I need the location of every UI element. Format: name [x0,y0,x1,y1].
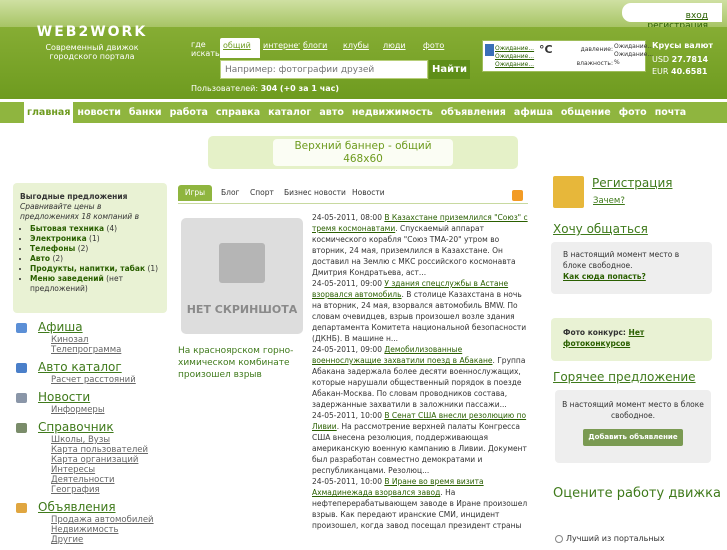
weather-flag-icon [485,44,494,56]
nav-home[interactable]: главная [24,102,74,123]
offers-block: Выгодные предложения Сравнивайте цены в … [13,183,167,313]
eur-rate: 40.6581 [671,67,708,76]
clapperboard-icon [219,243,265,283]
free-slot-box: В настоящий момент место в блоке свободн… [551,242,712,294]
weather-temp: °C [539,43,553,56]
search-tab-internet[interactable]: интернет [260,38,300,58]
search-tab-photo[interactable]: фото [420,38,460,58]
how-to-get-here-link[interactable]: Как сюда попасть? [563,271,700,282]
nav-jobs[interactable]: работа [166,102,212,123]
car-icon [16,363,27,373]
top-strip: вход регистрация [0,0,727,31]
offers-intro: Сравнивайте цены в предложениях 18 компа… [20,202,139,221]
news-item: 24-05-2011, 08:00 В Казахстане приземлил… [312,213,528,277]
registration-link[interactable]: Регистрация [592,176,672,190]
add-ad-button[interactable]: Добавить объявление [583,429,683,446]
users-count: 304 [260,84,278,93]
logo-subtitle-2: городского портала [49,52,135,61]
banner-inner: Верхний баннер - общий 468x60 [273,139,453,166]
book-icon [16,423,27,433]
rate-engine-heading: Оцените работу движка [553,486,721,501]
news-item: 24-05-2011, 10:00 В Сенат США внесли рез… [312,411,527,475]
radio-icon[interactable] [555,534,563,543]
category-list: Афиша Кинозал Телепрограмма Авто каталог… [14,320,174,550]
top-banner[interactable]: Верхний баннер - общий 468x60 [208,136,518,169]
offer-item: Электроника (1) [30,234,160,244]
weather-values: Ожидание... Ожидание... % [614,43,654,66]
search-tab-people[interactable]: люди [380,38,420,58]
news-item: 24-05-2011, 10:00 В Иране во время визит… [312,477,528,530]
featured-caption[interactable]: На красноярском горно-химическом комбина… [178,345,298,381]
nav-mail[interactable]: почта [651,102,691,123]
nav-banks[interactable]: банки [125,102,166,123]
nav-events[interactable]: афиша [510,102,557,123]
tab-business[interactable]: Бизнес новости [284,185,346,201]
category-news: Новости Информеры [14,390,174,415]
search-tab-general[interactable]: общий [220,38,260,58]
offer-item: Авто (2) [30,254,160,264]
no-screenshot-image[interactable]: НЕТ СКРИНШОТА [181,218,303,334]
tab-sport[interactable]: Спорт [250,185,274,201]
users-counter: Пользователей: 304 (+0 за 1 час) [191,84,339,93]
logo-text: WEB2WORK [36,24,148,40]
afisha-icon [16,323,27,333]
no-screenshot-label: НЕТ СКРИНШОТА [186,303,298,316]
offer-item: Меню заведений (нет предложений) [30,274,160,294]
category-reference: Справочник Школы, Вузы Карта пользовател… [14,420,174,495]
rss-icon[interactable] [512,190,523,201]
registration-icon [553,176,584,208]
search-tabs: общий интернет блоги клубы люди фото [220,38,460,58]
search-where-label: где искать: [191,40,223,58]
content-tabs: Игры Блог Спорт Бизнес новости Новости [178,185,528,204]
offer-item: Телефоны (2) [30,244,160,254]
offer-item: Бытовая техника (4) [30,224,160,234]
category-afisha: Афиша Кинозал Телепрограмма [14,320,174,355]
main-nav: главная новости банки работа справка кат… [0,102,727,123]
nav-auto[interactable]: авто [315,102,347,123]
logo-subtitle-1: Современный движок [45,43,139,52]
login-box: вход регистрация [622,3,722,31]
nav-news[interactable]: новости [73,102,124,123]
tab-games[interactable]: Игры [178,185,212,201]
want-to-chat-link[interactable]: Хочу общаться [553,222,648,236]
news-item: 24-05-2011, 09:00 Демобилизованные военн… [312,345,526,409]
login-link[interactable]: вход [686,11,708,21]
category-auto: Авто каталог Расчет расстояний [14,360,174,385]
tab-blog[interactable]: Блог [221,185,239,201]
hot-offer-box: В настоящий момент место в блоке свободн… [555,390,711,463]
nav-social[interactable]: общение [557,102,615,123]
news-icon [16,393,27,403]
nav-photo[interactable]: фото [615,102,651,123]
nav-catalog[interactable]: каталог [264,102,315,123]
rates-title: Крусы валют [652,41,713,50]
search-tab-blogs[interactable]: блоги [300,38,340,58]
why-link[interactable]: Зачем? [593,196,625,206]
tab-news[interactable]: Новости [352,185,385,201]
box-icon [16,503,27,513]
search-button[interactable]: Найти [429,60,470,79]
nav-reference[interactable]: справка [212,102,264,123]
offers-title: Выгодные предложения [20,192,128,201]
photo-contest: Фото конкурс: Нет фотоконкурсов [551,318,712,361]
nav-ads[interactable]: объявления [437,102,510,123]
offer-item: Продукты, напитки, табак (1) [30,264,160,274]
nav-realty[interactable]: недвижимость [348,102,437,123]
weather-labels: давление: влажность: [576,46,613,67]
site-logo[interactable]: WEB2WORK Современный движок городского п… [24,24,160,61]
usd-rate: 27.7814 [671,55,709,64]
currency-rates: Крусы валют USD 27.7814 EUR 40.6581 [652,41,713,76]
search-input[interactable] [220,60,428,79]
weather-widget: Ожидание... Ожидание... Ожидание... °C д… [482,40,653,72]
poll-option[interactable]: Лучший из портальных [555,534,665,543]
hot-offer-link[interactable]: Горячее предложение [553,370,696,384]
news-item: 24-05-2011, 09:00 У здания спецслужбы в … [312,279,527,343]
news-list: 24-05-2011, 08:00 В Казахстане приземлил… [312,212,530,531]
search-tab-clubs[interactable]: клубы [340,38,380,58]
category-ads: Объявления Продажа автомобилей Недвижимо… [14,500,174,545]
weather-loading[interactable]: Ожидание... Ожидание... Ожидание... [495,45,534,69]
